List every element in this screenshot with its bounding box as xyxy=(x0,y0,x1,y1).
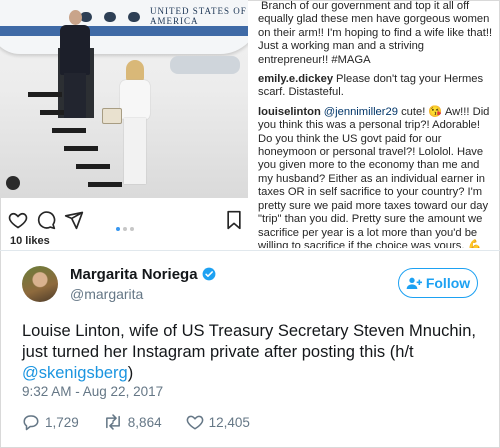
handbag xyxy=(102,108,122,124)
avatar[interactable] xyxy=(22,266,58,302)
instagram-post: UNITED STATES OF AMERICA 10 likes Branch… xyxy=(0,0,500,251)
comment-icon[interactable] xyxy=(36,210,56,230)
like-count[interactable]: 10 likes xyxy=(10,235,50,247)
follow-button[interactable]: Follow xyxy=(398,268,478,298)
comment-mention[interactable]: @jennimiller29 xyxy=(324,106,398,118)
comment-item: emily.e.dickey Please don't tag your Herm… xyxy=(258,73,494,100)
author-handle[interactable]: @margarita xyxy=(70,286,143,302)
verified-icon xyxy=(202,267,215,281)
reply-count: 1,729 xyxy=(45,414,79,430)
plane-window xyxy=(128,12,140,22)
comment-item: Branch of our government and top it all … xyxy=(258,0,494,67)
carousel-dot[interactable] xyxy=(123,227,127,231)
carousel-dot[interactable] xyxy=(116,227,120,231)
follow-person-icon xyxy=(406,277,422,289)
woman-figure xyxy=(118,60,152,190)
plane-window xyxy=(104,12,116,22)
plane-engine xyxy=(170,56,240,74)
like-count: 12,405 xyxy=(208,414,250,430)
comment-text: Branch of our government and top it all … xyxy=(258,0,493,66)
author-row: Margarita Noriega xyxy=(70,266,216,284)
follow-label: Follow xyxy=(425,275,471,291)
comment-text: cute! 😘 Aw!!! Did you think this was a p… xyxy=(258,105,490,248)
comment-username[interactable]: louiselinton xyxy=(258,106,321,118)
man-figure xyxy=(60,10,90,120)
tweet-stats: 1,729 8,864 12,405 xyxy=(22,413,274,431)
post-action-bar xyxy=(8,210,244,231)
share-icon[interactable] xyxy=(64,210,84,230)
carousel-indicator xyxy=(116,218,137,236)
comment-item: louiselinton @jennimiller29 cute! 😘 Aw!!!… xyxy=(258,106,494,248)
reply-stat[interactable]: 1,729 xyxy=(22,413,79,431)
plane-lettering: UNITED STATES OF AMERICA xyxy=(150,6,247,26)
tweet-text-body: Louise Linton, wife of US Treasury Secre… xyxy=(22,322,476,361)
retweet-icon xyxy=(105,414,120,430)
tweet-text-end: ) xyxy=(127,364,134,382)
author-name[interactable]: Margarita Noriega xyxy=(70,266,198,283)
post-photo[interactable]: UNITED STATES OF AMERICA xyxy=(0,0,248,198)
comment-username[interactable]: emily.e.dickey xyxy=(258,73,333,85)
tag-indicator-icon[interactable] xyxy=(6,176,20,190)
tweet-timestamp[interactable]: 9:32 AM - Aug 22, 2017 xyxy=(22,384,163,399)
tweet-card: Margarita Noriega @margarita Follow Loui… xyxy=(0,251,500,448)
reply-icon xyxy=(23,415,39,431)
plane-stripe xyxy=(0,26,248,36)
like-stat[interactable]: 12,405 xyxy=(186,413,250,431)
tweet-mention[interactable]: @skenigsberg xyxy=(22,364,128,382)
like-icon xyxy=(186,415,203,430)
tweet-text: Louise Linton, wife of US Treasury Secre… xyxy=(22,321,482,384)
retweet-stat[interactable]: 8,864 xyxy=(103,413,162,431)
comment-list: Branch of our government and top it all … xyxy=(258,0,494,248)
bookmark-icon[interactable] xyxy=(224,210,244,230)
retweet-count: 8,864 xyxy=(127,414,162,430)
carousel-dot[interactable] xyxy=(130,227,134,231)
heart-icon[interactable] xyxy=(8,210,28,230)
